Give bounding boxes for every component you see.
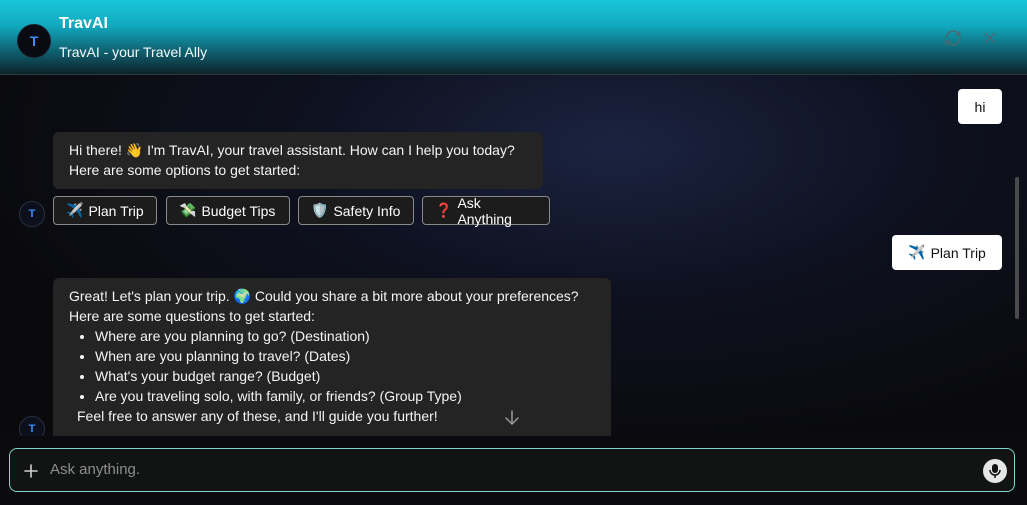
- bot-message: Great! Let's plan your trip. 🌍 Could you…: [53, 278, 611, 436]
- bot-message-line: Here are some options to get started:: [69, 162, 301, 178]
- option-safety-info-button[interactable]: 🛡️ Safety Info: [298, 196, 414, 225]
- scrollbar-thumb[interactable]: [1015, 177, 1019, 319]
- arrow-down-icon: [505, 410, 519, 425]
- refresh-icon: [945, 30, 961, 46]
- close-button[interactable]: [981, 29, 999, 47]
- list-item: Where are you planning to go? (Destinati…: [95, 326, 595, 346]
- chat-area[interactable]: hi Hi there! 👋 I'm TravAI, your travel a…: [0, 75, 1027, 436]
- voice-input-button[interactable]: [983, 459, 1007, 483]
- option-label: Ask Anything: [457, 194, 512, 227]
- avatar: T: [17, 24, 51, 58]
- option-label: Plan Trip: [88, 202, 144, 219]
- bot-avatar: T: [19, 416, 45, 436]
- bot-message-line: Great! Let's plan your trip. 🌍 Could you…: [69, 288, 579, 304]
- app-title: TravAI: [59, 15, 108, 32]
- question-icon: ❓: [435, 202, 453, 218]
- refresh-button[interactable]: [944, 29, 962, 47]
- option-budget-tips-button[interactable]: 💸 Budget Tips: [166, 196, 290, 225]
- plus-icon: [24, 464, 38, 478]
- list-item: When are you planning to travel? (Dates): [95, 346, 595, 366]
- option-label: Budget Tips: [201, 202, 276, 219]
- list-item: Are you traveling solo, with family, or …: [95, 386, 595, 406]
- option-plan-trip-button[interactable]: ✈️ Plan Trip: [53, 196, 157, 225]
- option-ask-anything-button[interactable]: ❓ Ask Anything: [422, 194, 550, 227]
- chat-header: T TravAI TravAI - your Travel Ally: [0, 0, 1027, 75]
- bot-message-line: Hi there! 👋 I'm TravAI, your travel assi…: [69, 142, 515, 158]
- scroll-down-button[interactable]: [504, 409, 520, 427]
- avatar-letter: T: [28, 423, 36, 435]
- chat-input-bar: Ask anything.: [9, 448, 1015, 492]
- airplane-icon: ✈️: [66, 202, 84, 218]
- bot-message-line: Here are some questions to get started:: [69, 308, 315, 324]
- shield-icon: 🛡️: [311, 202, 329, 218]
- question-list: Where are you planning to go? (Destinati…: [69, 326, 595, 406]
- money-icon: 💸: [179, 202, 197, 218]
- user-message-text: Plan Trip: [930, 244, 986, 261]
- airplane-icon: ✈️: [908, 244, 926, 260]
- bot-avatar: T: [19, 201, 45, 227]
- user-message: ✈️ Plan Trip: [892, 235, 1002, 270]
- add-attachment-button[interactable]: [20, 460, 42, 482]
- option-label: Safety Info: [333, 202, 401, 219]
- microphone-icon: [989, 464, 1001, 478]
- bot-message: Hi there! 👋 I'm TravAI, your travel assi…: [53, 132, 543, 189]
- avatar-letter: T: [29, 33, 39, 49]
- message-input[interactable]: Ask anything.: [50, 461, 140, 478]
- footer-strip: [0, 493, 1027, 505]
- app-subtitle: TravAI - your Travel Ally: [59, 44, 208, 60]
- list-item: What's your budget range? (Budget): [95, 366, 595, 386]
- close-icon: [984, 32, 996, 44]
- avatar-letter: T: [28, 208, 36, 220]
- user-message: hi: [958, 89, 1002, 124]
